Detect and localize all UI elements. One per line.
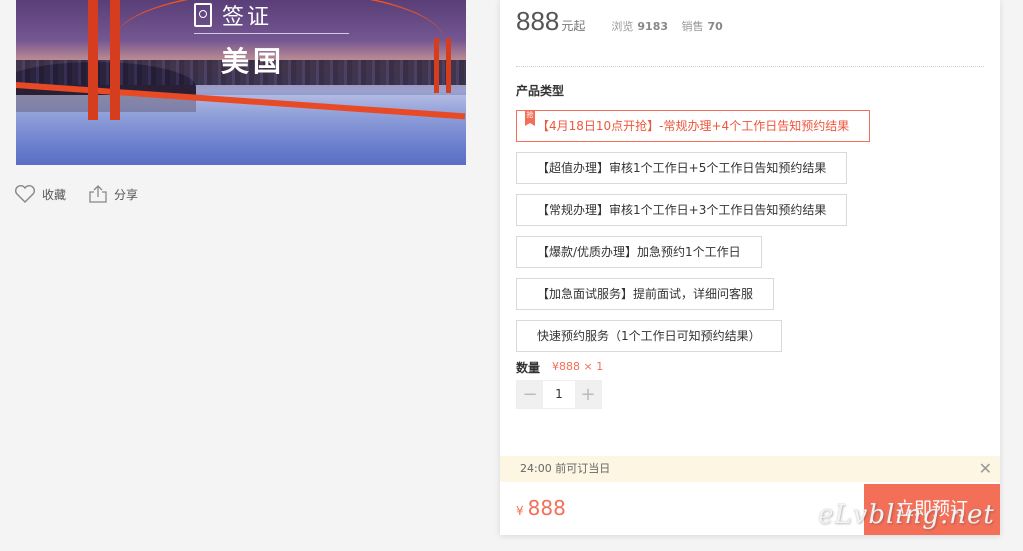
total-price: ¥888	[516, 496, 566, 520]
type-option-label: 【超值办理】审核1个工作日+5个工作日告知预约结果	[537, 161, 827, 175]
divider	[516, 66, 984, 67]
currency-symbol: ¥	[516, 504, 524, 518]
share-icon	[88, 184, 108, 204]
fog	[16, 95, 466, 165]
product-type-options: 抢 【4月18日10点开抢】-常规办理+4个工作日告知预约结果 【超值办理】审核…	[516, 110, 871, 362]
type-option-label: 快速预约服务（1个工作日可知预约结果）	[537, 329, 761, 343]
favorite-button[interactable]: 收藏	[14, 184, 66, 204]
type-option[interactable]: 【爆款/优质办理】加急预约1个工作日	[516, 236, 762, 268]
type-option-label: 【4月18日10点开抢】-常规办理+4个工作日告知预约结果	[537, 119, 850, 133]
passport-icon	[194, 3, 212, 27]
type-option-label: 【加急面试服务】提前面试，详细问客服	[537, 287, 754, 301]
type-option[interactable]: 【超值办理】审核1个工作日+5个工作日告知预约结果	[516, 152, 848, 184]
product-image: 签证 美国	[16, 0, 466, 165]
quantity-summary: ¥888 × 1	[552, 360, 604, 373]
type-option[interactable]: 快速预约服务（1个工作日可知预约结果）	[516, 320, 782, 352]
heart-icon	[14, 184, 36, 204]
type-option-label: 【爆款/优质办理】加急预约1个工作日	[537, 245, 741, 259]
visa-label: 签证	[194, 2, 344, 30]
type-option[interactable]: 【加急面试服务】提前面试，详细问客服	[516, 278, 775, 310]
sales-count: 70	[707, 20, 723, 33]
favorite-label: 收藏	[42, 187, 67, 202]
price-value: 888	[516, 6, 560, 36]
views-label: 浏览	[611, 20, 634, 33]
share-button[interactable]: 分享	[88, 184, 138, 204]
visa-text: 签证	[222, 5, 273, 30]
stats: 浏览 9183 销售 70	[611, 18, 732, 34]
bridge-tower	[110, 0, 120, 120]
share-label: 分享	[114, 187, 139, 202]
increment-button[interactable]: +	[575, 381, 601, 408]
quantity-stepper: − 1 +	[516, 380, 602, 409]
bridge-tower	[434, 38, 439, 93]
bridge-tower	[446, 38, 451, 93]
booking-notice: 24:00 前可订当日 ✕	[500, 456, 1000, 482]
product-actions: 收藏 分享	[14, 184, 138, 204]
decrement-button[interactable]: −	[517, 381, 543, 408]
close-icon[interactable]: ✕	[979, 456, 992, 482]
product-type-title: 产品类型	[516, 84, 565, 98]
type-option[interactable]: 抢 【4月18日10点开抢】-常规办理+4个工作日告知预约结果	[516, 110, 871, 142]
type-option-label: 【常规办理】审核1个工作日+3个工作日告知预约结果	[537, 203, 827, 217]
type-option[interactable]: 【常规办理】审核1个工作日+3个工作日告知预约结果	[516, 194, 848, 226]
bridge-tower	[88, 0, 98, 120]
sales-label: 销售	[681, 20, 704, 33]
quantity-input[interactable]: 1	[543, 381, 575, 408]
watermark: eLvbling.net	[818, 500, 995, 530]
country-label: 美国	[221, 45, 286, 78]
booking-panel: 888 元起 浏览 9183 销售 70 产品类型 抢 【4月18日10点开抢】-常…	[500, 0, 1000, 535]
notice-text: 24:00 前可订当日	[520, 462, 611, 475]
label-divider	[194, 33, 349, 34]
total-price-value: 888	[527, 496, 566, 520]
views-count: 9183	[637, 20, 669, 33]
price-row: 888 元起 浏览 9183 销售 70	[516, 6, 733, 37]
quantity-label: 数量	[516, 361, 541, 375]
flash-sale-tag: 抢	[525, 110, 535, 126]
price-unit: 元起	[561, 19, 586, 33]
